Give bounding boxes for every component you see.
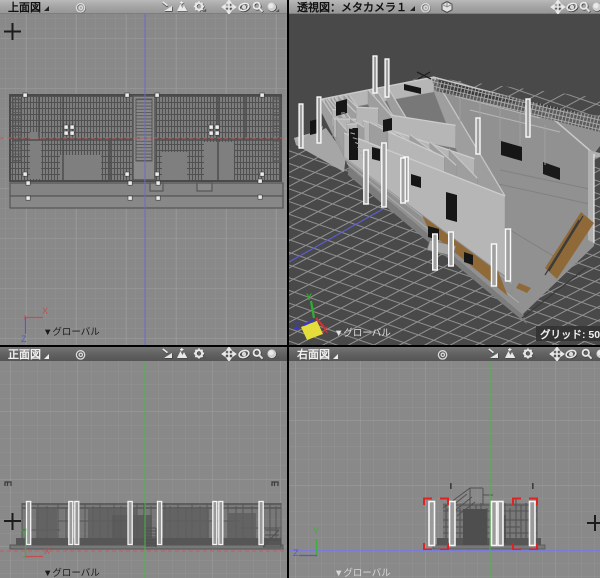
svg-text:Z: Z	[21, 334, 27, 344]
svg-text:X: X	[322, 325, 328, 335]
svg-text:▼グローバル: ▼グローバル	[43, 567, 100, 578]
svg-text:Y: Y	[313, 526, 319, 536]
svg-text:Z: Z	[293, 548, 299, 558]
svg-text:X: X	[42, 306, 48, 316]
svg-text:▼グローバル: ▼グローバル	[334, 327, 391, 339]
svg-text:X: X	[44, 546, 50, 556]
svg-text:Z: Z	[294, 321, 300, 331]
svg-text:Y: Y	[21, 528, 27, 538]
svg-text:Y: Y	[306, 292, 312, 302]
svg-text:グリッド: 500mm: グリッド: 500mm	[540, 328, 600, 341]
svg-text:▼グローバル: ▼グローバル	[334, 567, 391, 578]
svg-text:▼グローバル: ▼グローバル	[43, 326, 100, 338]
